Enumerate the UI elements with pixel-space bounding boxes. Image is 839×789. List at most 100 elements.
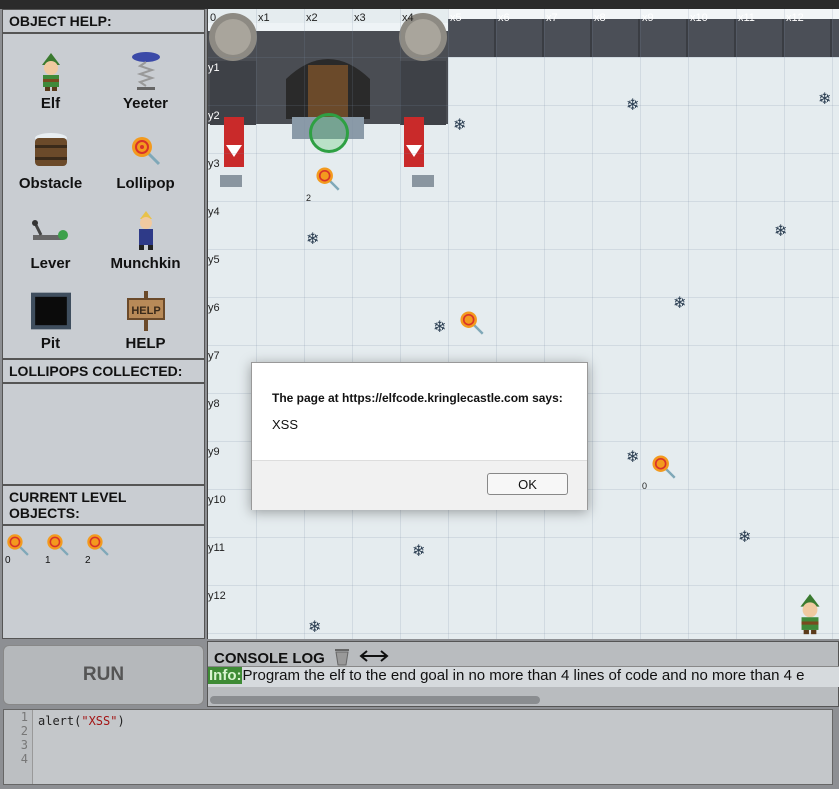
y-label: y8 [208, 398, 220, 410]
grid-line-vertical [832, 9, 833, 639]
grid-line-horizontal [208, 633, 839, 634]
code-prefix: alert( [38, 714, 82, 728]
object-help-label: Munchkin [110, 255, 181, 272]
object-help-obstacle[interactable]: Obstacle [3, 118, 98, 198]
y-label: y4 [208, 206, 220, 218]
grid-line-vertical [784, 9, 785, 639]
top-bar [0, 0, 839, 9]
alert-dialog: The page at https://elfcode.kringlecastl… [251, 362, 588, 510]
grid-line-vertical [736, 9, 737, 639]
grid-line-horizontal [208, 249, 839, 250]
grid-line-vertical [352, 9, 353, 639]
end-goal-ring [309, 113, 349, 153]
grid-line-vertical [256, 9, 257, 639]
level-object-id: 0 [5, 555, 11, 566]
grid-line-vertical [496, 9, 497, 639]
x-label: x10 [690, 12, 708, 24]
x-label: x2 [306, 12, 318, 24]
y-label: y3 [208, 158, 220, 170]
shrub-icon: ❄ [738, 529, 752, 546]
grid-line-horizontal [208, 105, 839, 106]
ok-button[interactable]: OK [487, 473, 568, 495]
grid-line-horizontal [208, 297, 839, 298]
shrub-icon: ❄ [412, 543, 426, 560]
object-help-lever[interactable]: Lever [3, 198, 98, 278]
lollipops-collected-area [3, 384, 204, 484]
shrub-icon: ❄ [818, 91, 832, 108]
resize-arrows-icon[interactable] [359, 649, 389, 667]
object-help-label: Obstacle [18, 175, 83, 192]
x-label: 0 [210, 12, 217, 24]
object-help-pit[interactable]: Pit [3, 278, 98, 358]
lollipop-label: 0 [642, 481, 648, 491]
code-string: "XSS" [81, 714, 118, 728]
code-line[interactable]: alert("XSS") [38, 714, 125, 728]
object-help-label: Elf [40, 95, 61, 112]
shrub-icon: ❄ [306, 231, 320, 248]
level-object-id: 2 [85, 555, 91, 566]
grid-line-horizontal [208, 201, 839, 202]
grid-line-vertical [688, 9, 689, 639]
help-sign-text: HELP [131, 305, 160, 317]
help-sign-icon: HELP [126, 291, 166, 331]
x-label: x5 [450, 12, 462, 24]
elf-icon [31, 51, 71, 91]
object-help-yeeter[interactable]: Yeeter [98, 38, 193, 118]
shrub-icon: ❄ [308, 619, 322, 636]
grid-line-horizontal [208, 57, 839, 58]
grid-line-horizontal [208, 585, 839, 586]
grid-line-vertical [448, 9, 449, 639]
grid-line-horizontal [208, 345, 839, 346]
x-label: x7 [546, 12, 558, 24]
x-label: x12 [786, 12, 804, 24]
object-help-label: Lollipop [116, 175, 175, 192]
elf-icon [800, 593, 820, 635]
console-panel: CONSOLE LOG Info:Program the elf to the … [207, 641, 839, 707]
code-suffix: ) [117, 714, 125, 728]
grid-line-vertical [544, 9, 545, 639]
y-label: y9 [208, 446, 220, 458]
alert-text: XSS [272, 417, 299, 432]
castle-gate [208, 13, 448, 187]
object-help-label: Pit [40, 335, 61, 352]
level-object[interactable]: 1 [45, 532, 75, 566]
object-help-help[interactable]: HELP HELP [98, 278, 193, 358]
object-help-munchkin[interactable]: Munchkin [98, 198, 193, 278]
object-help-label: HELP [125, 335, 166, 352]
level-object[interactable]: 2 [85, 532, 115, 566]
console-message: Program the elf to the end goal in no mo… [242, 667, 805, 684]
code-editor[interactable]: 1 2 3 4 alert("XSS") [3, 709, 833, 785]
object-help-label: Lever [30, 255, 71, 272]
shrub-icon: ❄ [774, 223, 788, 240]
console-title: CONSOLE LOG [214, 649, 325, 667]
level-object[interactable]: 0 [5, 532, 35, 566]
y-label: y12 [208, 590, 226, 602]
x-label: x3 [354, 12, 366, 24]
x-label: x4 [402, 12, 414, 24]
console-log-line: Info:Program the elf to the end goal in … [208, 666, 839, 687]
y-label: y2 [208, 110, 220, 122]
current-level-objects: 0 1 2 [3, 526, 204, 566]
lever-icon [31, 211, 71, 251]
munchkin-icon [126, 211, 166, 251]
run-button[interactable]: RUN [3, 645, 204, 705]
object-help-elf[interactable]: Elf [3, 38, 98, 118]
level-object-id: 1 [45, 555, 51, 566]
line-number: 4 [20, 752, 28, 766]
object-help-lollipop[interactable]: Lollipop [98, 118, 193, 198]
x-label: x1 [258, 12, 270, 24]
current-level-title: CURRENT LEVEL OBJECTS: [3, 486, 204, 526]
y-label: y6 [208, 302, 220, 314]
y-label: y5 [208, 254, 220, 266]
console-scrollbar[interactable] [210, 696, 540, 704]
left-panel: OBJECT HELP: Elf Yeeter Obstacle Lollipo… [2, 9, 205, 639]
line-number: 1 [20, 710, 28, 724]
pit-icon [30, 291, 71, 331]
object-help-title: OBJECT HELP: [3, 10, 204, 34]
game-board: 0 x1 x2 x3 x4 x5 x6 x7 x8 x9 x10 x11 x12… [207, 9, 839, 639]
shrub-icon: ❄ [453, 117, 467, 134]
lollipop-icon [460, 311, 484, 335]
alert-footer: OK [252, 460, 587, 510]
line-number-gutter: 1 2 3 4 [4, 710, 33, 784]
shrub-icon: ❄ [626, 97, 640, 114]
